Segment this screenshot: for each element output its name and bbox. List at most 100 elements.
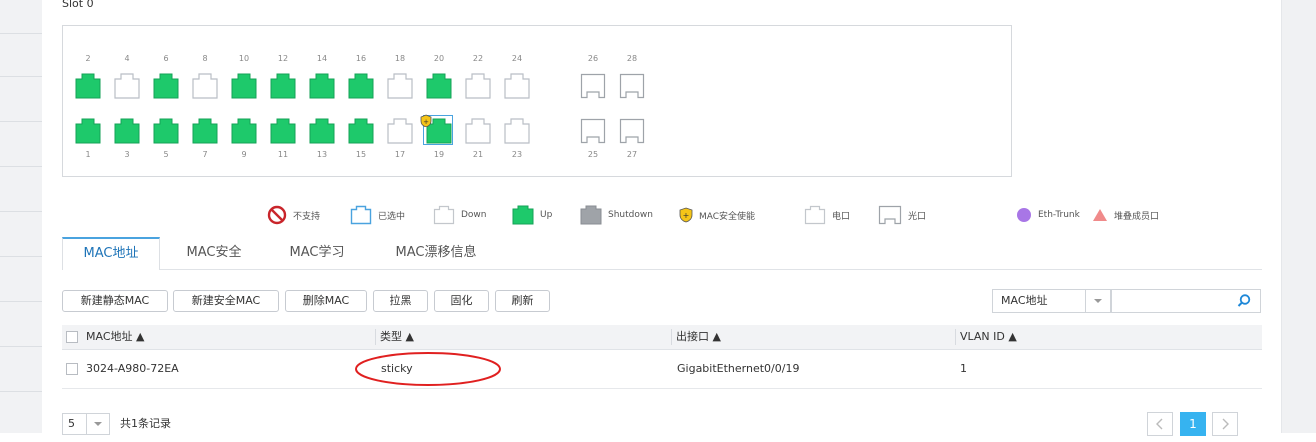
port-18[interactable] <box>387 73 413 99</box>
blacklist-button[interactable]: 拉黑 <box>373 290 428 312</box>
legend-up-label: Up <box>540 210 553 220</box>
port-15[interactable] <box>348 118 374 144</box>
filter-field-select[interactable]: MAC地址 <box>992 289 1111 313</box>
tab-mac-security[interactable]: MAC安全 <box>170 238 258 268</box>
slot-title: Slot 0 <box>62 0 94 10</box>
port-17[interactable] <box>387 118 413 144</box>
port-24[interactable] <box>504 73 530 99</box>
new-secure-mac-button[interactable]: 新建安全MAC <box>173 290 279 312</box>
vertical-scrollbar[interactable] <box>1281 0 1316 433</box>
annotation-ellipse <box>355 352 501 386</box>
port-number-label: 25 <box>587 150 599 159</box>
row-checkbox[interactable] <box>66 363 78 375</box>
port-number-label: 17 <box>394 150 406 159</box>
page-number-button[interactable]: 1 <box>1180 412 1206 436</box>
chevron-right-icon <box>1222 418 1229 430</box>
legend-stack-member-label: 堆叠成员口 <box>1114 211 1160 222</box>
stack-triangle-icon <box>1093 209 1107 221</box>
port-number-label: 4 <box>124 54 130 63</box>
port-number-label: 7 <box>202 150 208 159</box>
legend-down-label: Down <box>461 210 487 220</box>
port-number-label: 20 <box>433 54 445 63</box>
refresh-button[interactable]: 刷新 <box>495 290 550 312</box>
port-8[interactable] <box>192 73 218 99</box>
port-14[interactable] <box>309 73 335 99</box>
cell-vlan-id: 1 <box>960 362 967 375</box>
next-page-button[interactable] <box>1212 412 1238 436</box>
sidebar-divider <box>0 346 42 347</box>
port-4[interactable] <box>114 73 140 99</box>
solidify-button[interactable]: 固化 <box>434 290 489 312</box>
page-size-select[interactable]: 5 <box>62 413 110 435</box>
port-10[interactable] <box>231 73 257 99</box>
legend-mac-security-label: MAC安全使能 <box>699 211 756 222</box>
port-28[interactable] <box>619 73 645 99</box>
port-number-label: 27 <box>626 150 638 159</box>
legend-shutdown: Shutdown <box>580 200 653 230</box>
shield-icon: + <box>420 114 432 127</box>
table-header: MAC地址 ▲ 类型 ▲ 出接口 ▲ VLAN ID ▲ <box>62 325 1262 350</box>
legend-up: Up <box>512 200 552 230</box>
new-static-mac-button[interactable]: 新建静态MAC <box>62 290 168 312</box>
cell-mac-address: 3024-A980-72EA <box>86 362 179 375</box>
port-number-label: 12 <box>277 54 289 63</box>
tab-mac-flapping[interactable]: MAC漂移信息 <box>378 238 494 268</box>
table-row[interactable]: 3024-A980-72EA sticky GigabitEthernet0/0… <box>62 350 1262 389</box>
port-26[interactable] <box>580 73 606 99</box>
legend-electric-label: 电口 <box>832 211 851 222</box>
chevron-down-icon[interactable] <box>1085 290 1110 312</box>
shutdown-port-icon <box>580 205 602 225</box>
port-7[interactable] <box>192 118 218 144</box>
legend-electric: 电口 <box>804 200 850 230</box>
electric-port-icon <box>804 205 826 225</box>
port-number-label: 8 <box>202 54 208 63</box>
port-27[interactable] <box>619 118 645 144</box>
port-23[interactable] <box>504 118 530 144</box>
port-number-label: 24 <box>511 54 523 63</box>
header-vlan-id[interactable]: VLAN ID ▲ <box>960 325 1017 349</box>
tab-mac-address[interactable]: MAC地址 <box>62 237 160 270</box>
tab-mac-learning[interactable]: MAC学习 <box>272 238 362 268</box>
port-1[interactable] <box>75 118 101 144</box>
port-21[interactable] <box>465 118 491 144</box>
port-6[interactable] <box>153 73 179 99</box>
port-number-label: 16 <box>355 54 367 63</box>
port-11[interactable] <box>270 118 296 144</box>
column-divider <box>671 329 672 345</box>
port-2[interactable] <box>75 73 101 99</box>
port-5[interactable] <box>153 118 179 144</box>
port-16[interactable] <box>348 73 374 99</box>
port-number-label: 23 <box>511 150 523 159</box>
port-20[interactable] <box>426 73 452 99</box>
header-type[interactable]: 类型 ▲ <box>380 325 414 349</box>
selected-port-icon <box>350 205 372 225</box>
legend-selected: 已选中 <box>350 200 405 230</box>
header-mac-address[interactable]: MAC地址 ▲ <box>86 325 144 349</box>
port-13[interactable] <box>309 118 335 144</box>
chevron-down-icon[interactable] <box>86 414 109 434</box>
port-12[interactable] <box>270 73 296 99</box>
sidebar-divider <box>0 391 42 392</box>
shield-icon: + <box>679 207 693 223</box>
search-icon[interactable] <box>1236 293 1252 309</box>
tab-bar: MAC地址 MAC安全 MAC学习 MAC漂移信息 <box>62 237 1262 270</box>
port-number-label: 15 <box>355 150 367 159</box>
port-22[interactable] <box>465 73 491 99</box>
legend-eth-trunk-label: Eth-Trunk <box>1038 210 1080 220</box>
port-number-label: 1 <box>85 150 91 159</box>
legend-shutdown-label: Shutdown <box>608 210 653 220</box>
prev-page-button[interactable] <box>1147 412 1173 436</box>
port-number-label: 10 <box>238 54 250 63</box>
port-3[interactable] <box>114 118 140 144</box>
port-9[interactable] <box>231 118 257 144</box>
port-number-label: 21 <box>472 150 484 159</box>
record-count: 共1条记录 <box>120 417 171 430</box>
chevron-left-icon <box>1156 418 1163 430</box>
delete-mac-button[interactable]: 删除MAC <box>285 290 367 312</box>
column-divider <box>375 329 376 345</box>
select-all-checkbox[interactable] <box>66 331 78 343</box>
header-interface[interactable]: 出接口 ▲ <box>676 325 721 349</box>
port-number-label: 19 <box>433 150 445 159</box>
port-25[interactable] <box>580 118 606 144</box>
port-number-label: 13 <box>316 150 328 159</box>
